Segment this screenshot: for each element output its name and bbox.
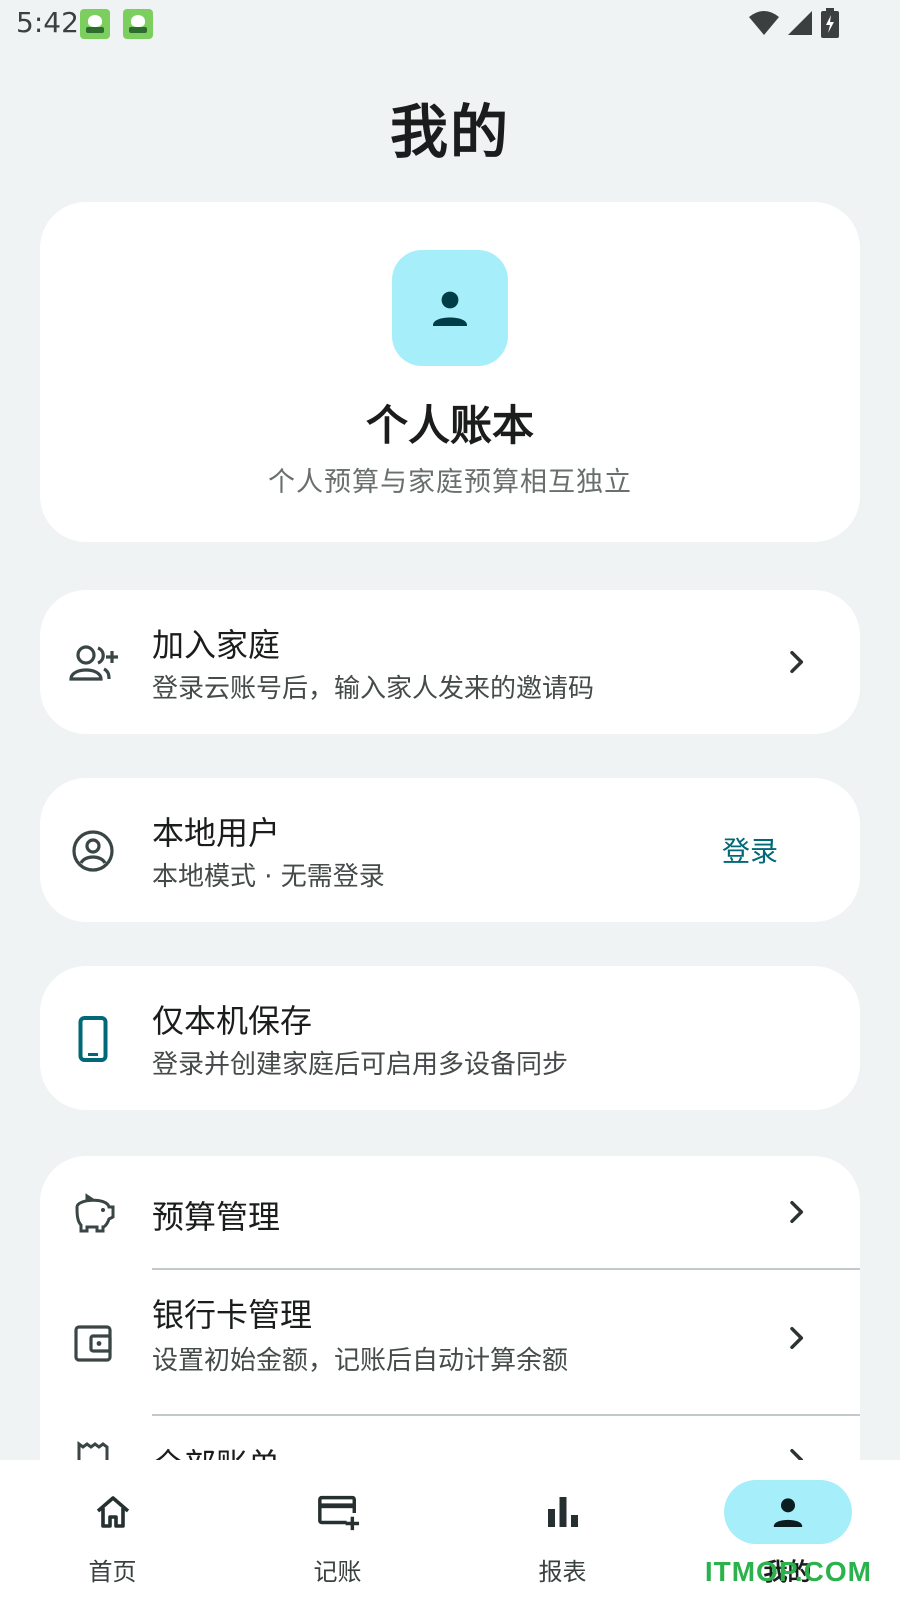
app-notification-icon (80, 9, 110, 39)
local-user-row: 本地用户 本地模式 · 无需登录 登录 (40, 778, 860, 922)
local-only-title: 仅本机保存 (152, 1002, 313, 1040)
nav-record[interactable]: 记账 (225, 1460, 450, 1600)
profile-name: 个人账本 (365, 401, 534, 450)
budget-row[interactable]: 预算管理 (40, 1156, 860, 1268)
status-time: 5:42 (16, 6, 79, 39)
person-add-icon (68, 638, 118, 688)
battery-icon (821, 8, 839, 38)
chevron-right-icon (790, 1326, 804, 1350)
bank-card-row[interactable]: 银行卡管理 设置初始金额，记账后自动计算余额 (40, 1270, 860, 1414)
person-icon (766, 1490, 810, 1534)
local-only-row: 仅本机保存 登录并创建家庭后可启用多设备同步 (40, 966, 860, 1110)
home-icon (91, 1490, 135, 1534)
smartphone-icon (68, 1014, 118, 1064)
budget-title: 预算管理 (152, 1198, 281, 1236)
chevron-right-icon (790, 1200, 804, 1224)
chevron-right-icon (790, 650, 804, 674)
cell-signal-icon (788, 11, 812, 35)
piggy-bank-icon (68, 1188, 118, 1238)
nav-label: 首页 (88, 1558, 137, 1586)
join-family-title: 加入家庭 (152, 626, 281, 664)
nav-label: 报表 (538, 1558, 587, 1586)
bank-card-subtitle: 设置初始金额，记账后自动计算余额 (152, 1346, 569, 1376)
app-notification-icon (123, 9, 153, 39)
status-icons (748, 8, 840, 38)
bar-chart-icon (541, 1490, 585, 1534)
status-bar: 5:42 (0, 0, 900, 50)
login-button[interactable]: 登录 (722, 830, 778, 870)
nav-label: 记账 (313, 1558, 362, 1586)
card-add-icon (316, 1490, 360, 1534)
avatar (392, 250, 508, 366)
profile-card[interactable]: 个人账本 个人预算与家庭预算相互独立 (40, 202, 860, 542)
page-title: 我的 (389, 98, 510, 166)
nav-reports[interactable]: 报表 (450, 1460, 675, 1600)
wallet-icon (68, 1318, 118, 1368)
account-circle-icon (68, 826, 118, 876)
profile-subtitle: 个人预算与家庭预算相互独立 (268, 467, 632, 498)
person-icon (433, 291, 467, 326)
bank-card-title: 银行卡管理 (152, 1296, 313, 1334)
join-family-row[interactable]: 加入家庭 登录云账号后，输入家人发来的邀请码 (40, 590, 860, 734)
watermark: ITMOP.COM (704, 1556, 872, 1587)
join-family-subtitle: 登录云账号后，输入家人发来的邀请码 (152, 674, 595, 704)
local-user-title: 本地用户 (152, 814, 281, 852)
local-user-subtitle: 本地模式 · 无需登录 (152, 862, 385, 892)
local-only-subtitle: 登录并创建家庭后可启用多设备同步 (152, 1050, 569, 1080)
nav-home[interactable]: 首页 (0, 1460, 225, 1600)
wifi-icon (749, 11, 779, 35)
